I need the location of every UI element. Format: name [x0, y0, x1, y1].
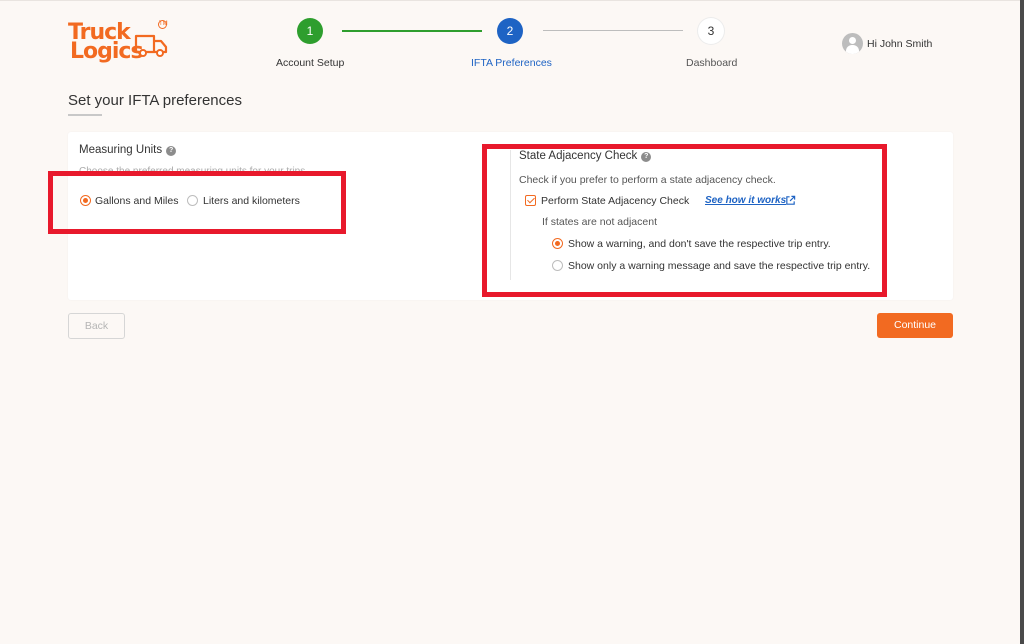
- page-title: Set your IFTA preferences: [68, 92, 242, 109]
- logo-line2: Logics: [70, 39, 144, 64]
- step-3-label: Dashboard: [686, 57, 738, 69]
- truck-icon: [134, 34, 168, 57]
- measuring-units-title-text: Measuring Units: [79, 144, 163, 156]
- continue-button[interactable]: Continue: [877, 313, 953, 338]
- help-icon[interactable]: ?: [166, 146, 177, 156]
- window-edge: [1020, 0, 1024, 644]
- user-greeting[interactable]: Hi John Smith: [867, 38, 932, 50]
- step-connector-1: [342, 30, 482, 32]
- top-edge: [0, 0, 1024, 1]
- trucklogics-logo[interactable]: Truck Logics TM: [68, 20, 168, 68]
- measuring-units-title: Measuring Units?: [79, 144, 177, 156]
- avatar-head: [849, 37, 856, 44]
- title-underline: [68, 114, 102, 116]
- step-1-label: Account Setup: [276, 57, 345, 69]
- back-button[interactable]: Back: [68, 313, 125, 339]
- step-3-circle: 3: [698, 18, 724, 44]
- step-connector-2: [543, 30, 683, 31]
- avatar-body: [846, 45, 859, 54]
- step-2-circle: 2: [497, 18, 523, 44]
- step-2-label: IFTA Preferences: [471, 57, 552, 69]
- step-1-circle: 1: [297, 18, 323, 44]
- logo-trademark: TM: [158, 20, 168, 29]
- highlight-box-state-adjacency: [482, 144, 887, 297]
- highlight-box-measuring-units: [48, 171, 346, 234]
- user-avatar-icon[interactable]: [842, 33, 863, 54]
